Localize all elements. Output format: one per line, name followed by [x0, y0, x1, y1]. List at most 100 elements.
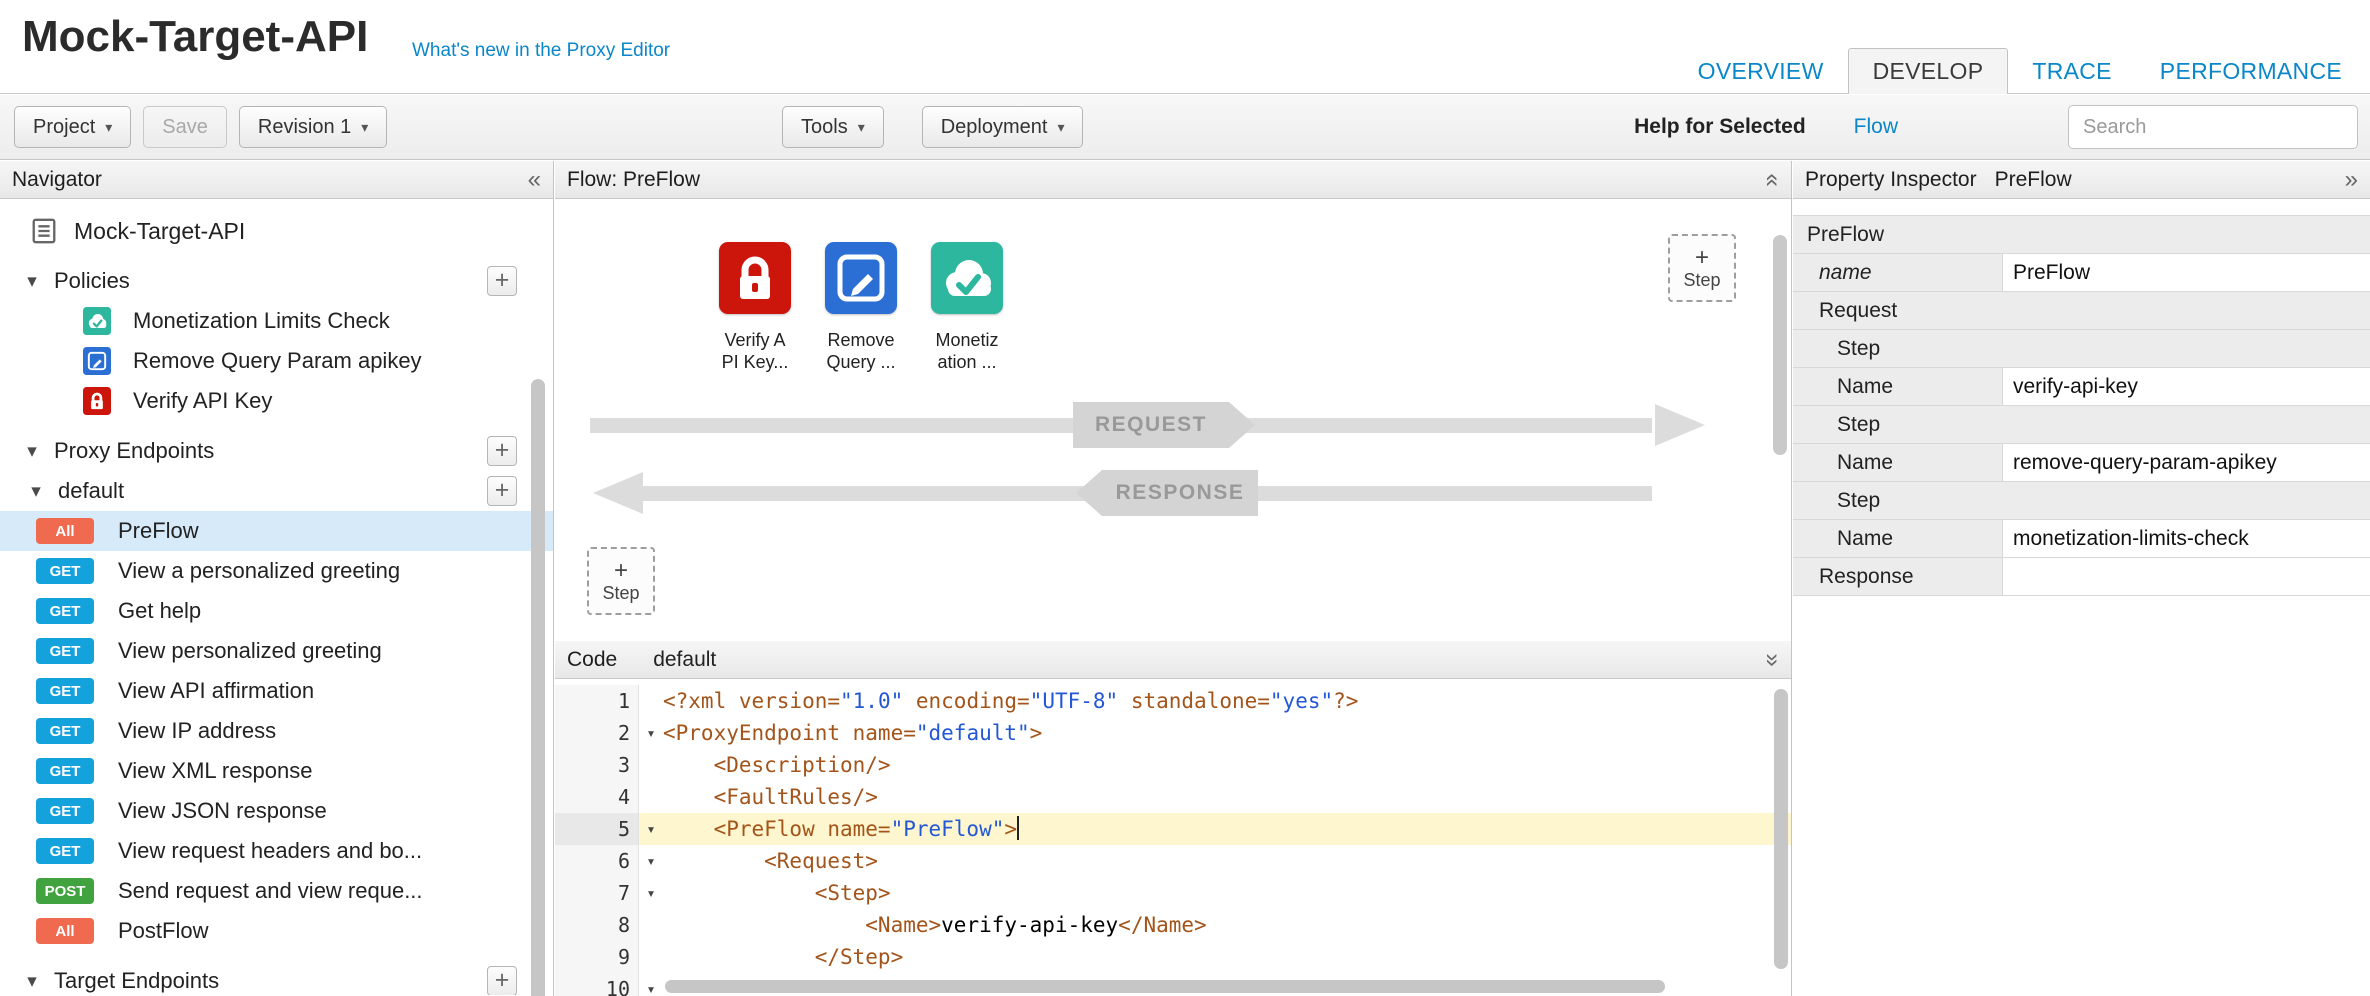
fold-toggle-icon[interactable]: ▾: [639, 845, 663, 877]
inspector-row: Request: [1793, 292, 2370, 330]
nav-flow-item[interactable]: GETGet help: [0, 591, 553, 631]
nav-policy-item[interactable]: Monetization Limits Check: [0, 301, 553, 341]
code-line[interactable]: 2▾<ProxyEndpoint name="default">: [555, 717, 1791, 749]
inspector-prop-value[interactable]: [2003, 558, 2370, 595]
add-button[interactable]: +: [487, 476, 517, 506]
tab-develop[interactable]: DEVELOP: [1848, 48, 2009, 94]
code-line[interactable]: 1<?xml version="1.0" encoding="UTF-8" st…: [555, 685, 1791, 717]
nav-policy-item[interactable]: Remove Query Param apikey: [0, 341, 553, 381]
expand-right-icon[interactable]: »: [2345, 168, 2358, 192]
collapse-down-icon[interactable]: »: [1760, 653, 1784, 666]
flow-scrollbar-thumb[interactable]: [1773, 235, 1787, 455]
nav-group-default[interactable]: ▾default+: [0, 471, 553, 511]
code-line[interactable]: 4 <FaultRules/>: [555, 781, 1791, 813]
nav-section-policies[interactable]: ▾Policies+: [0, 261, 553, 301]
fold-toggle-icon[interactable]: ▾: [639, 717, 663, 749]
remove-query-param-apikey-step[interactable]: RemoveQuery ...: [816, 242, 906, 373]
nav-flow-item[interactable]: GETView request headers and bo...: [0, 831, 553, 871]
nav-policy-item[interactable]: Verify API Key: [0, 381, 553, 421]
nav-section-label: Proxy Endpoints: [54, 438, 214, 464]
collapse-up-icon[interactable]: «: [1760, 173, 1784, 186]
flow-panel-title: Flow: PreFlow: [567, 168, 700, 192]
code-editor[interactable]: 1<?xml version="1.0" encoding="UTF-8" st…: [555, 679, 1791, 996]
nav-flow-item[interactable]: GETView personalized greeting: [0, 631, 553, 671]
nav-item-root[interactable]: Mock-Target-API: [0, 211, 553, 251]
search-input[interactable]: [2068, 105, 2358, 149]
code-v-scrollbar-thumb[interactable]: [1774, 689, 1788, 969]
whats-new-link[interactable]: What's new in the Proxy Editor: [412, 40, 670, 62]
lock-icon: [83, 387, 111, 415]
toolbar-right-group: Help for Selected Flow: [1634, 95, 2358, 159]
fold-toggle-icon[interactable]: ▾: [639, 877, 663, 909]
add-step-button-bottom[interactable]: + Step: [587, 547, 655, 615]
nav-flow-item[interactable]: GETView IP address: [0, 711, 553, 751]
add-button[interactable]: +: [487, 266, 517, 296]
code-text: <?xml version="1.0" encoding="UTF-8" sta…: [663, 685, 1791, 717]
nav-flow-item[interactable]: AllPreFlow: [0, 511, 553, 551]
collapse-left-icon[interactable]: «: [528, 168, 541, 192]
save-button[interactable]: Save: [143, 106, 227, 148]
cloud-check-icon: [83, 307, 111, 335]
chevron-down-icon[interactable]: ▾: [22, 270, 42, 293]
chevron-down-icon[interactable]: ▾: [26, 480, 46, 503]
help-flow-link[interactable]: Flow: [1854, 115, 1898, 139]
code-text: <Name>verify-api-key</Name>: [663, 909, 1791, 941]
inspector-section-label: PreFlow: [1793, 216, 2370, 253]
code-subtitle: default: [653, 648, 716, 672]
code-line[interactable]: 3 <Description/>: [555, 749, 1791, 781]
monetization-limits-check-step[interactable]: Monetization ...: [922, 242, 1012, 373]
code-h-scrollbar-thumb[interactable]: [665, 980, 1665, 993]
code-panel-title: Code: [567, 648, 617, 672]
nav-section-label: Target Endpoints: [54, 968, 219, 994]
code-text: <Description/>: [663, 749, 1791, 781]
tab-trace[interactable]: TRACE: [2008, 48, 2135, 94]
nav-flow-item[interactable]: GETView API affirmation: [0, 671, 553, 711]
inspector-row: Step: [1793, 482, 2370, 520]
method-badge: GET: [36, 598, 94, 624]
nav-flow-item[interactable]: GETView JSON response: [0, 791, 553, 831]
nav-section-proxy-endpoints[interactable]: ▾ Proxy Endpoints +: [0, 431, 553, 471]
nav-flow-item[interactable]: GETView a personalized greeting: [0, 551, 553, 591]
chevron-down-icon[interactable]: ▾: [22, 440, 42, 463]
verify-api-key-step[interactable]: Verify API Key...: [710, 242, 800, 373]
deployment-button[interactable]: Deployment ▾: [922, 106, 1084, 148]
toolbar-left-group: Project ▾ Save Revision 1 ▾: [14, 106, 387, 148]
inspector-prop-value[interactable]: PreFlow: [2003, 254, 2370, 291]
nav-section-target-endpoints[interactable]: ▾ Target Endpoints +: [0, 961, 553, 995]
add-step-label: Step: [602, 583, 639, 604]
revision-button[interactable]: Revision 1 ▾: [239, 106, 387, 148]
line-number: 10: [555, 973, 639, 996]
inspector-prop-value[interactable]: monetization-limits-check: [2003, 520, 2370, 557]
add-button[interactable]: +: [487, 436, 517, 466]
fold-spacer: [639, 941, 663, 973]
code-line[interactable]: 9 </Step>: [555, 941, 1791, 973]
project-button[interactable]: Project ▾: [14, 106, 131, 148]
fold-toggle-icon[interactable]: ▾: [639, 813, 663, 845]
add-step-button-top[interactable]: + Step: [1668, 234, 1736, 302]
code-line[interactable]: 8 <Name>verify-api-key</Name>: [555, 909, 1791, 941]
inspector-row: namePreFlow: [1793, 254, 2370, 292]
tab-overview[interactable]: OVERVIEW: [1674, 48, 1848, 94]
fold-toggle-icon[interactable]: ▾: [639, 973, 663, 996]
lock-icon: [719, 242, 791, 319]
inspector-prop-label: Name: [1793, 368, 2003, 405]
code-line[interactable]: 5▾ <PreFlow name="PreFlow">: [555, 813, 1791, 845]
inspector-prop-value[interactable]: remove-query-param-apikey: [2003, 444, 2370, 481]
nav-flow-item[interactable]: AllPostFlow: [0, 911, 553, 951]
inspector-section-label: Step: [1793, 330, 2370, 367]
tab-performance[interactable]: PERFORMANCE: [2136, 48, 2366, 94]
inspector-prop-value[interactable]: verify-api-key: [2003, 368, 2370, 405]
navigator-scrollbar-thumb[interactable]: [531, 379, 545, 996]
request-arrowhead-icon: [1655, 404, 1705, 446]
code-line[interactable]: 7▾ <Step>: [555, 877, 1791, 909]
nav-flow-item[interactable]: GETView XML response: [0, 751, 553, 791]
tools-button[interactable]: Tools ▾: [782, 106, 884, 148]
chevron-down-icon[interactable]: ▾: [22, 970, 42, 993]
code-line[interactable]: 6▾ <Request>: [555, 845, 1791, 877]
method-badge: GET: [36, 758, 94, 784]
add-button[interactable]: +: [487, 966, 517, 995]
navigator-tree: Mock-Target-API ▾Policies+Monetization Li…: [0, 199, 553, 995]
code-text: <PreFlow name="PreFlow">: [663, 813, 1791, 845]
nav-flow-item[interactable]: POSTSend request and view reque...: [0, 871, 553, 911]
chevron-down-icon: ▾: [105, 119, 112, 136]
